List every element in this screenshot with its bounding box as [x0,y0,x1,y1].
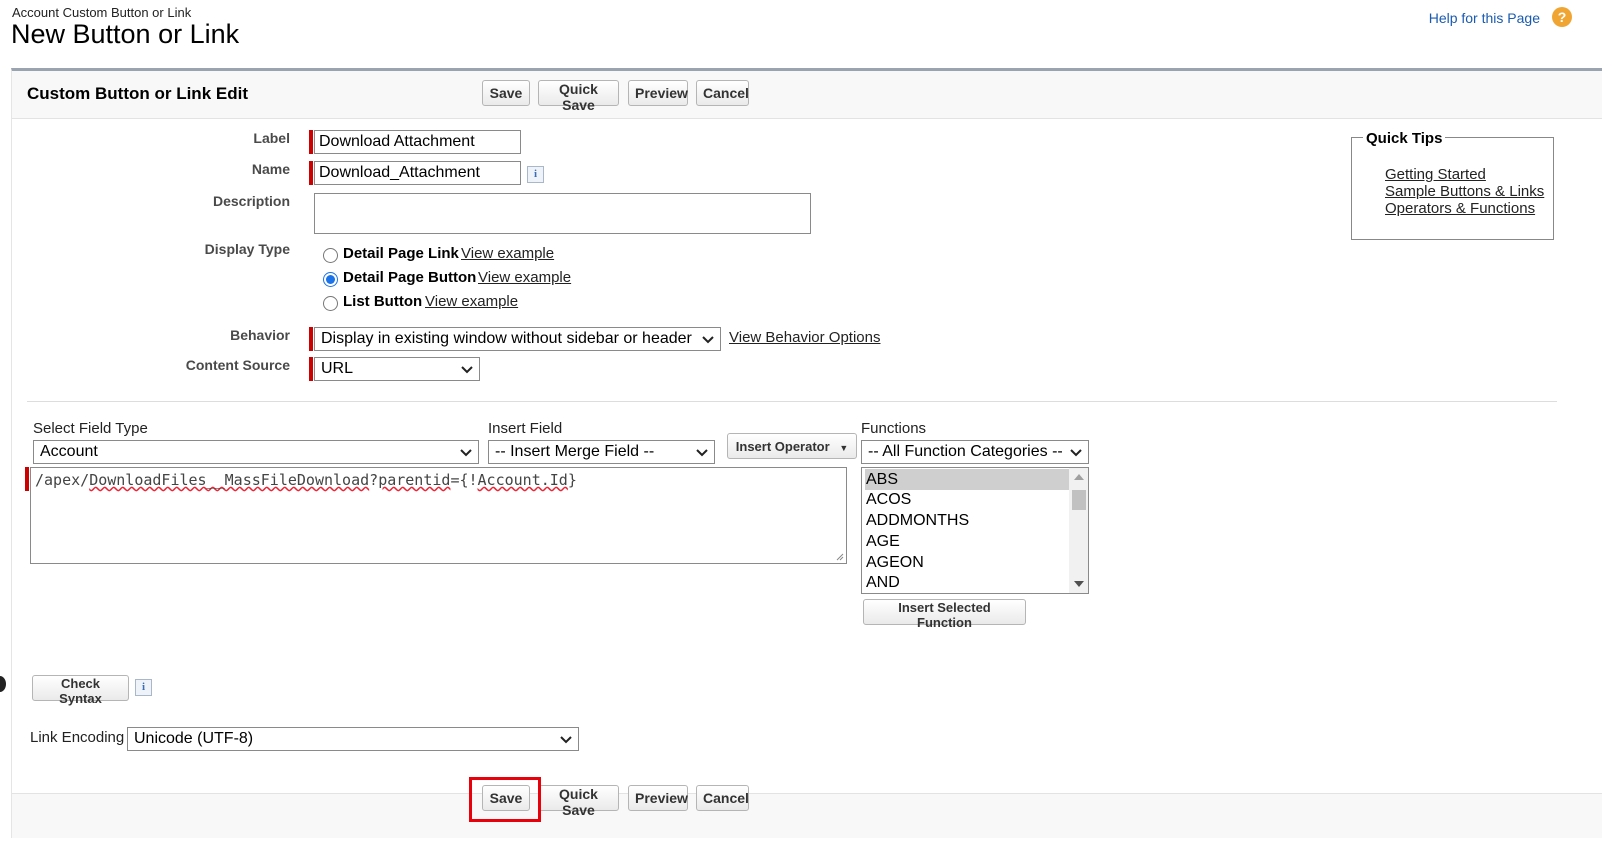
scroll-down-icon[interactable] [1074,581,1084,587]
quick-tips-title: Quick Tips [1363,130,1446,147]
divider [27,401,1557,402]
scroll-up-icon[interactable] [1074,474,1084,480]
sample-buttons-link[interactable]: Sample Buttons & Links [1385,183,1544,200]
option-label: Detail Page Link [343,245,459,262]
required-indicator [309,130,313,154]
help-link[interactable]: Help for this Page [1429,10,1540,26]
function-item[interactable]: AGEON [865,552,1070,573]
select-value: -- Insert Merge Field -- [495,443,655,460]
view-behavior-options-link[interactable]: View Behavior Options [729,329,880,346]
chevron-down-icon [696,449,708,457]
insert-operator-label: Insert Operator [735,438,830,454]
listbox-scrollbar[interactable] [1069,468,1088,593]
caret-down-icon: ▼ [839,442,849,453]
section-title: Custom Button or Link Edit [27,84,248,103]
select-value: URL [321,360,354,377]
formula-part: /apex/ [35,471,90,489]
chevron-down-icon [560,736,572,744]
cancel-button-top[interactable]: Cancel [696,80,749,106]
function-item[interactable]: ACOS [865,489,1070,510]
name-field-label: Name [251,161,290,177]
option-label: List Button [343,293,423,310]
select-value: Display in existing window without sideb… [321,330,692,347]
function-item[interactable]: AND [865,572,1070,593]
view-example-link[interactable]: View example [461,245,554,262]
select-field-type-select[interactable]: Account [33,440,479,464]
behavior-label: Behavior [230,327,290,343]
function-item[interactable]: ADDMONTHS [865,510,1070,531]
cancel-button-bottom[interactable]: Cancel [696,785,749,811]
formula-part: ? [369,471,379,489]
select-value: -- All Function Categories -- [868,443,1063,460]
radio-detail-page-button[interactable] [323,272,338,287]
name-input[interactable] [314,161,521,185]
formula-part: DownloadFiles__MassFileDownload [89,471,370,489]
formula-editor[interactable]: /apex/DownloadFiles__MassFileDownload?pa… [30,467,847,564]
description-field-label: Description [212,193,290,209]
preview-button-top[interactable]: Preview [628,80,688,106]
required-indicator [25,467,29,491]
label-field-label: Label [253,130,290,146]
required-indicator [309,161,313,185]
content-source-select[interactable]: URL [314,357,480,381]
insert-selected-function-button[interactable]: Insert Selected Function [863,599,1026,630]
insert-operator-button[interactable]: Insert Operator ▼ [727,433,857,459]
quick-save-button-bottom[interactable]: Quick Save [538,785,619,818]
preview-button-bottom[interactable]: Preview [628,785,688,811]
link-encoding-select[interactable]: Unicode (UTF-8) [127,727,579,751]
select-value: Account [40,443,98,460]
view-example-link[interactable]: View example [425,293,518,310]
quick-save-button-top[interactable]: Quick Save [538,80,619,113]
formula-part: } [567,471,577,489]
label-input[interactable] [314,130,521,154]
chevron-down-icon [1070,449,1082,457]
check-syntax-button[interactable]: Check Syntax [32,675,129,706]
scroll-thumb[interactable] [1072,490,1086,510]
function-item[interactable]: AGE [865,531,1070,552]
formula-part: parentid [378,471,451,489]
save-button-top[interactable]: Save [482,80,530,106]
required-indicator [309,327,313,351]
insert-field-label: Insert Field [488,420,563,437]
display-type-label: Display Type [204,241,290,257]
info-icon[interactable]: i [527,166,544,183]
operators-functions-link[interactable]: Operators & Functions [1385,200,1535,217]
function-category-select[interactable]: -- All Function Categories -- [861,440,1089,464]
select-field-type-label: Select Field Type [33,420,148,437]
select-value: Unicode (UTF-8) [134,730,254,747]
view-example-link[interactable]: View example [478,269,571,286]
help-icon[interactable]: ? [1552,7,1572,27]
chevron-down-icon [461,366,473,374]
info-icon[interactable]: i [135,679,152,696]
panel-footer [12,793,1602,838]
formula-part: Account.Id [477,471,568,489]
behavior-select[interactable]: Display in existing window without sideb… [314,327,721,351]
functions-listbox[interactable]: ABS ACOS ADDMONTHS AGE AGEON AND [861,467,1089,594]
save-highlight-annotation [469,777,541,822]
radio-detail-page-link[interactable] [323,248,338,263]
link-encoding-label: Link Encoding [30,729,125,746]
resize-grip-icon[interactable] [834,551,844,561]
insert-field-select[interactable]: -- Insert Merge Field -- [488,440,715,464]
chevron-down-icon [702,336,714,344]
required-indicator [309,357,313,381]
option-label: Detail Page Button [343,269,477,286]
chevron-down-icon [460,449,472,457]
breadcrumb: Account Custom Button or Link [12,5,192,20]
cursor-dot [0,676,6,692]
page-title: New Button or Link [11,19,240,49]
getting-started-link[interactable]: Getting Started [1385,166,1486,183]
functions-label: Functions [861,420,927,437]
function-item[interactable]: ABS [865,469,1070,490]
panel-header [12,71,1602,119]
formula-part: ={! [450,471,478,489]
radio-list-button[interactable] [323,296,338,311]
description-textarea[interactable] [314,193,811,234]
content-source-label: Content Source [185,357,290,373]
